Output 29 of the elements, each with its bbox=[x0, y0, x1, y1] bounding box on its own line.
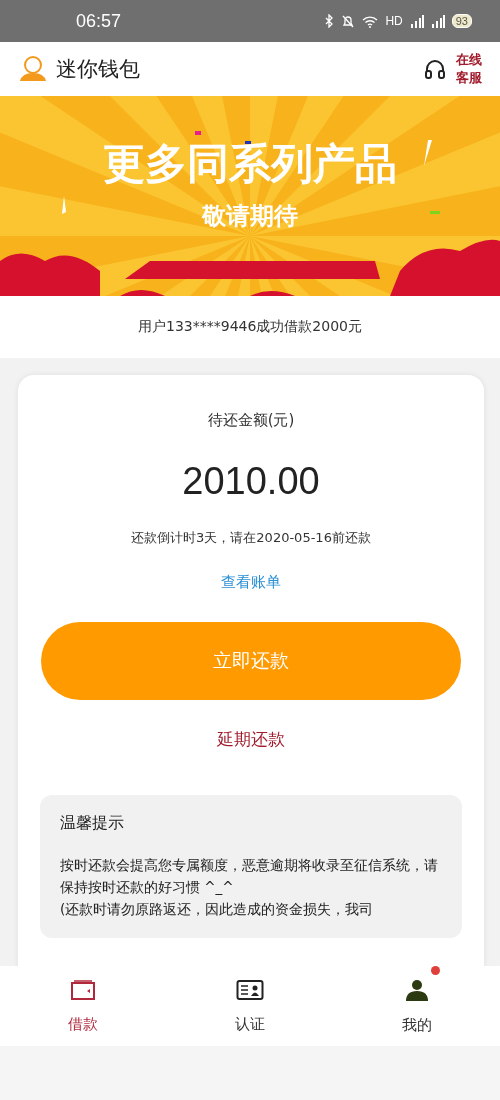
amount-label: 待还金额(元) bbox=[207, 411, 295, 430]
bluetooth-icon bbox=[324, 14, 335, 28]
app-logo-icon bbox=[18, 55, 48, 83]
banner-title: 更多同系列产品 bbox=[103, 138, 397, 190]
clock-time: 06:57 bbox=[76, 10, 122, 32]
tips-text: 按时还款会提高您专属额度，恶意逾期将收录至征信系统，请保持按时还款的好习惯 ^_^ bbox=[60, 856, 439, 897]
signal-icon bbox=[430, 14, 445, 28]
banner-subtitle: 敬请期待 bbox=[202, 201, 298, 232]
signal-icon bbox=[409, 14, 424, 28]
headset-icon bbox=[424, 58, 446, 80]
view-bill-link[interactable]: 查看账单 bbox=[221, 573, 281, 592]
wifi-icon bbox=[362, 14, 379, 28]
tab-item[interactable]: 认证 bbox=[166, 966, 334, 1046]
app-title: 迷你钱包 bbox=[56, 56, 140, 83]
customer-service-button[interactable]: 在线 客服 bbox=[424, 51, 482, 87]
tab-item[interactable]: 我的 bbox=[333, 966, 500, 1046]
wallet-icon bbox=[70, 978, 97, 1001]
id-card-icon bbox=[236, 978, 264, 1001]
due-date-text: 还款倒计时3天，请在2020-05-16前还款 bbox=[131, 529, 371, 547]
tips-title: 温馨提示 bbox=[60, 813, 125, 834]
bell-muted-icon bbox=[341, 14, 356, 28]
loan-notice: 用户133****9446成功借款2000元 bbox=[138, 318, 362, 336]
battery-level: 93 bbox=[451, 14, 472, 28]
amount-due: 2010.00 bbox=[182, 460, 320, 503]
defer-repayment-link[interactable]: 延期还款 bbox=[217, 728, 285, 751]
network-label: HD bbox=[385, 14, 403, 28]
person-icon bbox=[404, 977, 429, 1002]
tips-text: (还款时请勿原路返还，因此造成的资金损失，我司 bbox=[60, 900, 375, 919]
tab-item[interactable]: 借款 bbox=[0, 966, 167, 1046]
